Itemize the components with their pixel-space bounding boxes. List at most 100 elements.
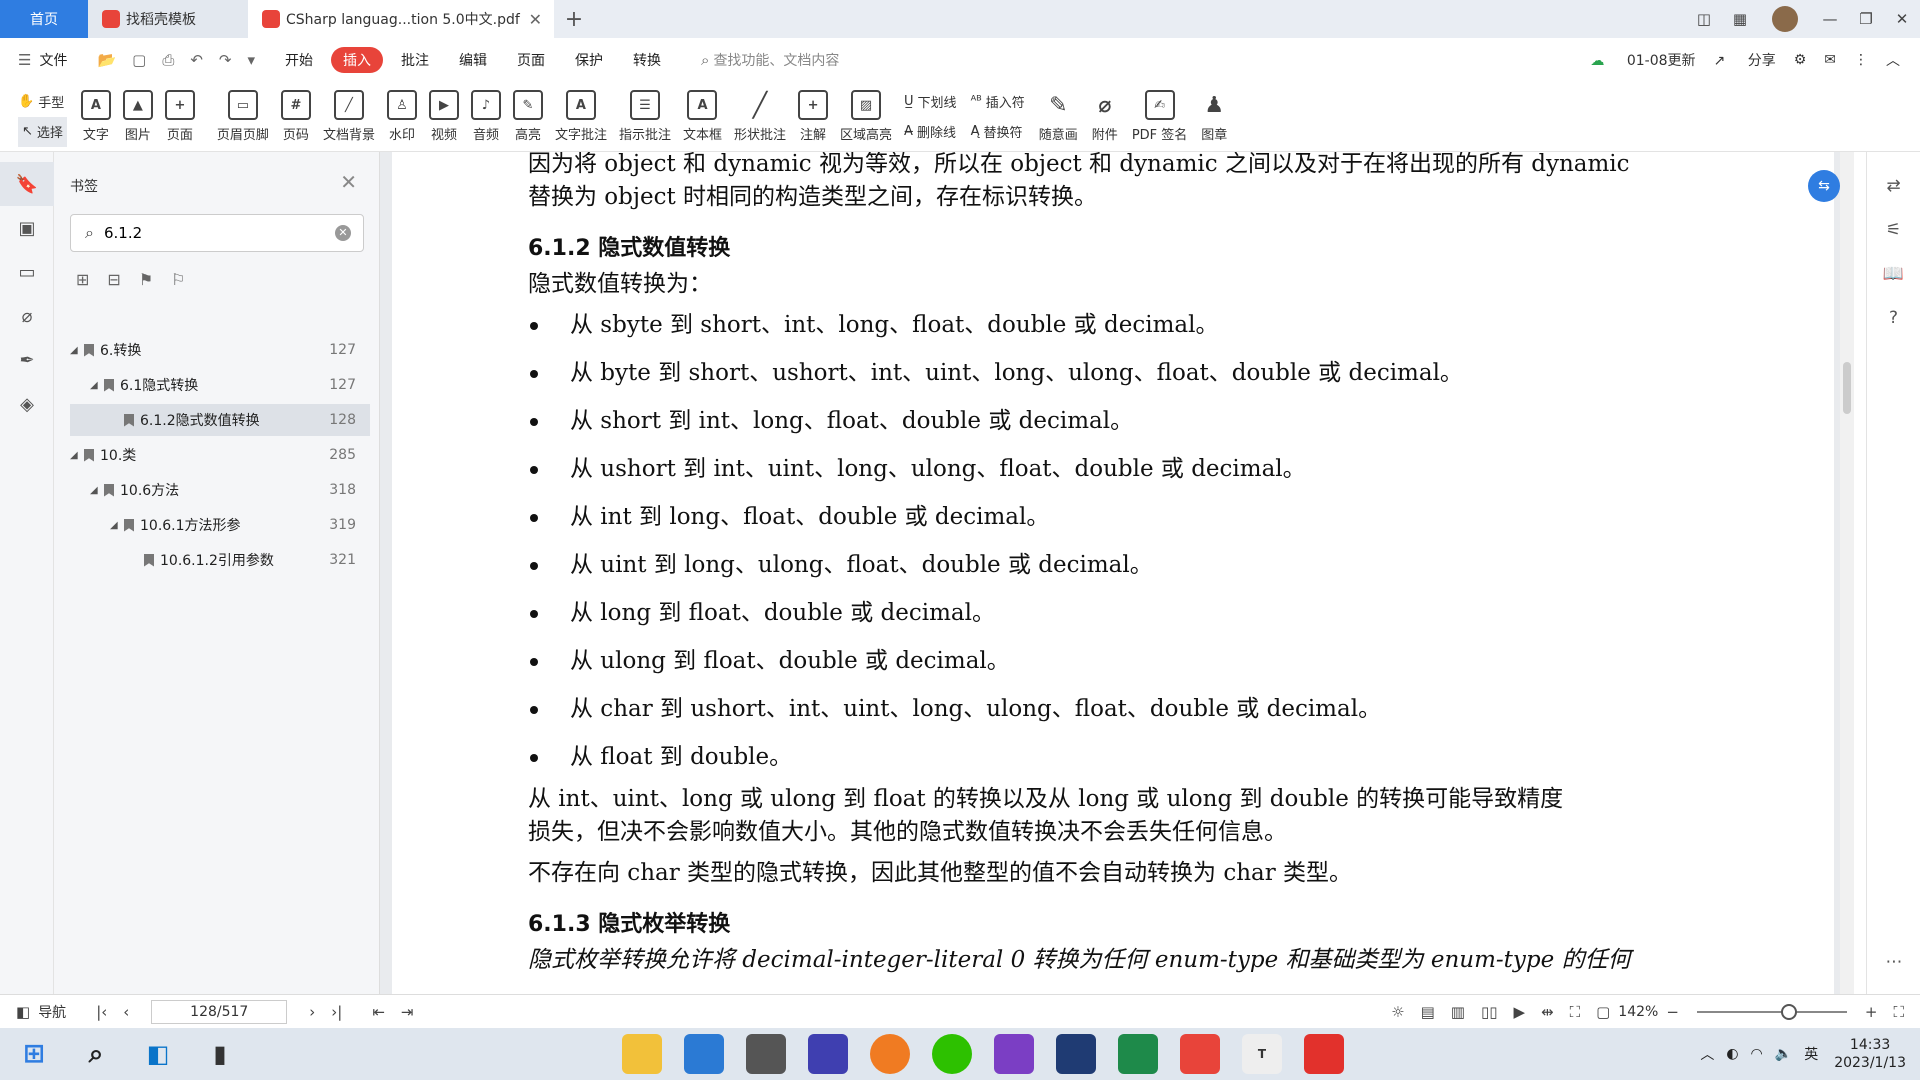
adjust-icon[interactable]: ⚟ bbox=[1867, 208, 1920, 252]
task-view-icon[interactable]: ◧ bbox=[138, 1034, 178, 1074]
mathtype-icon[interactable] bbox=[808, 1034, 848, 1074]
bookmark-item[interactable]: ◢ 6.转换 127 bbox=[70, 334, 370, 366]
last-page-icon[interactable]: ›| bbox=[331, 1003, 342, 1021]
devcpp-icon[interactable] bbox=[1056, 1034, 1096, 1074]
menu-page[interactable]: 页面 bbox=[517, 50, 545, 70]
menu-convert[interactable]: 转换 bbox=[633, 50, 661, 70]
layout-icon[interactable]: ◫ bbox=[1686, 10, 1722, 28]
minimize-icon[interactable]: — bbox=[1812, 10, 1848, 28]
wechat-icon[interactable] bbox=[932, 1034, 972, 1074]
start-icon[interactable]: ⊞ bbox=[14, 1034, 54, 1074]
delete-bookmark-icon[interactable]: ⚐ bbox=[171, 270, 185, 289]
strikethrough-button[interactable]: A̶ 删除线 bbox=[904, 117, 957, 147]
underline-button[interactable]: U̲ 下划线 bbox=[904, 87, 957, 117]
share-button[interactable]: ↗ 分享 bbox=[1714, 50, 1776, 70]
vertical-scrollbar[interactable] bbox=[1840, 152, 1854, 994]
clock[interactable]: 14:33 2023/1/13 bbox=[1834, 1036, 1906, 1072]
background-button[interactable]: ╱ 文档背景 bbox=[323, 90, 375, 143]
bookmark-search-input[interactable] bbox=[103, 224, 304, 242]
single-page-icon[interactable]: ▤ bbox=[1421, 1003, 1435, 1021]
nav-label[interactable]: 导航 bbox=[38, 1002, 66, 1022]
update-status[interactable]: ☁ 01-08更新 bbox=[1572, 50, 1695, 70]
menu-start[interactable]: 开始 bbox=[285, 50, 313, 70]
menu-file[interactable]: 文件 bbox=[39, 50, 67, 70]
save-icon[interactable]: ▢ bbox=[132, 51, 146, 69]
grid-icon[interactable]: ▦ bbox=[1722, 10, 1758, 28]
close-sidebar-icon[interactable]: ✕ bbox=[340, 170, 357, 194]
two-page-icon[interactable]: ▯▯ bbox=[1481, 1003, 1498, 1021]
bookmark-item[interactable]: ◢ 10.类 285 bbox=[70, 439, 370, 471]
bookmark-item[interactable]: 10.6.1.2引用参数 321 bbox=[70, 544, 370, 576]
fullscreen-icon[interactable]: ⛶ bbox=[1893, 1003, 1904, 1021]
insert-char-button[interactable]: ᴬᴮ 插入符 bbox=[971, 87, 1025, 117]
pointer-comment-button[interactable]: ☰ 指示批注 bbox=[619, 90, 671, 143]
help-icon[interactable]: ? bbox=[1867, 296, 1920, 340]
page-number-button[interactable]: # 页码 bbox=[280, 90, 311, 143]
forward-icon[interactable]: ⇥ bbox=[401, 1003, 414, 1021]
youdao-icon[interactable] bbox=[1304, 1034, 1344, 1074]
bookmark-item[interactable]: ◢ 6.1隐式转换 127 bbox=[70, 369, 370, 401]
watermark-button[interactable]: ♙ 水印 bbox=[386, 90, 417, 143]
expand-all-icon[interactable]: ⊞ bbox=[76, 270, 89, 289]
text-button[interactable]: A 文字 bbox=[80, 90, 111, 143]
translate-float-icon[interactable]: ⇆ bbox=[1808, 170, 1840, 202]
textbox-button[interactable]: A 文本框 bbox=[683, 90, 722, 143]
wifi-icon[interactable]: ◠ bbox=[1751, 1046, 1763, 1062]
tab-template[interactable]: 找稻壳模板 bbox=[88, 0, 248, 38]
pdf-sign-button[interactable]: ✍ PDF 签名 bbox=[1132, 90, 1187, 143]
restore-icon[interactable]: ❐ bbox=[1848, 10, 1884, 28]
print-icon[interactable]: ⎙ bbox=[162, 51, 174, 69]
header-footer-button[interactable]: ▭ 页眉页脚 bbox=[217, 90, 269, 143]
open-icon[interactable]: 📂 bbox=[97, 51, 116, 69]
caret-down-icon[interactable]: ◢ bbox=[70, 345, 82, 356]
undo-icon[interactable]: ↶ bbox=[190, 51, 203, 69]
hand-tool[interactable]: ✋ 手型 bbox=[18, 87, 67, 117]
audio-button[interactable]: ♪ 音频 bbox=[470, 90, 501, 143]
collapse-all-icon[interactable]: ⊟ bbox=[107, 270, 120, 289]
select-tool[interactable]: ↖ 选择 bbox=[18, 116, 67, 147]
desktop-icon[interactable]: ▮ bbox=[200, 1034, 240, 1074]
close-window-icon[interactable]: ✕ bbox=[1884, 10, 1920, 28]
comment-panel-icon[interactable]: ▭ bbox=[0, 250, 54, 294]
back-icon[interactable]: ⇤ bbox=[372, 1003, 385, 1021]
message-icon[interactable]: ✉ bbox=[1824, 52, 1836, 68]
shape-comment-button[interactable]: ╱ 形状批注 bbox=[734, 90, 786, 143]
visual-studio-icon[interactable] bbox=[994, 1034, 1034, 1074]
layers-panel-icon[interactable]: ◈ bbox=[0, 382, 54, 426]
caret-down-icon[interactable]: ◢ bbox=[90, 485, 102, 496]
prev-page-icon[interactable]: ‹ bbox=[123, 1003, 129, 1021]
nav-panel-icon[interactable]: ◧ bbox=[16, 1003, 30, 1021]
more-icon[interactable]: ⋯ bbox=[1867, 940, 1920, 984]
tray-app-icon[interactable]: ◐ bbox=[1726, 1046, 1738, 1062]
eye-care-icon[interactable]: ☼ bbox=[1391, 1003, 1404, 1021]
menu-comment[interactable]: 批注 bbox=[401, 50, 429, 70]
menu-edit[interactable]: 编辑 bbox=[459, 50, 487, 70]
image-button[interactable]: ▲ 图片 bbox=[122, 90, 153, 143]
more-icon[interactable]: ⋮ bbox=[1854, 52, 1868, 68]
thumbnail-panel-icon[interactable]: ▣ bbox=[0, 206, 54, 250]
zoom-level[interactable]: 142% bbox=[1618, 1004, 1658, 1020]
bookmark-item[interactable]: ◢ 10.6方法 318 bbox=[70, 474, 370, 506]
menu-protect[interactable]: 保护 bbox=[575, 50, 603, 70]
chevron-up-icon[interactable]: ︿ bbox=[1700, 1044, 1714, 1064]
zoom-out-icon[interactable]: − bbox=[1666, 1003, 1679, 1021]
document-viewport[interactable]: 因为将 object 和 dynamic 视为等效，所以在 object 和 d… bbox=[380, 152, 1840, 994]
fit-page-icon[interactable]: ⛶ bbox=[1570, 1003, 1581, 1021]
zoom-slider[interactable] bbox=[1696, 1003, 1847, 1020]
continuous-icon[interactable]: ▥ bbox=[1451, 1003, 1465, 1021]
stamp-button[interactable]: ♟ 图章 bbox=[1199, 90, 1229, 144]
more-dropdown-icon[interactable]: ▾ bbox=[248, 51, 256, 69]
store-icon[interactable] bbox=[684, 1034, 724, 1074]
wps-icon[interactable] bbox=[1180, 1034, 1220, 1074]
text-editor-icon[interactable]: T bbox=[1242, 1034, 1282, 1074]
vim-icon[interactable] bbox=[1118, 1034, 1158, 1074]
menu-insert[interactable]: 插入 bbox=[331, 47, 384, 73]
actual-size-icon[interactable]: ▢ bbox=[1596, 1003, 1610, 1021]
caret-down-icon[interactable]: ◢ bbox=[110, 520, 122, 531]
avatar[interactable] bbox=[1772, 6, 1798, 32]
close-tab-icon[interactable]: ✕ bbox=[529, 10, 542, 29]
bookmark-item[interactable]: ◢ 10.6.1方法形参 319 bbox=[70, 509, 370, 541]
highlight-button[interactable]: ✎ 高亮 bbox=[512, 90, 543, 143]
area-highlight-button[interactable]: ▨ 区域高亮 bbox=[840, 90, 892, 143]
text-comment-button[interactable]: A 文字批注 bbox=[555, 90, 607, 143]
